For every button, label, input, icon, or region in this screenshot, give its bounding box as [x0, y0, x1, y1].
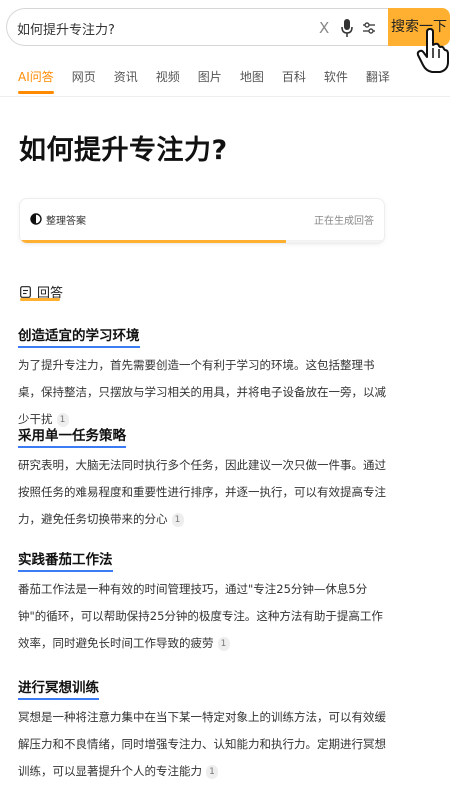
tab-translate[interactable]: 翻译 — [366, 68, 390, 94]
answer-heading-underline — [20, 298, 60, 301]
tab-web[interactable]: 网页 — [72, 68, 96, 94]
section-body: 研究表明，大脑无法同时执行多个任务，因此建议一次只做一件事。通过按照任务的难易程… — [18, 452, 386, 533]
status-label: 整理答案 — [46, 216, 86, 227]
section-title: 创造适宜的学习环境 — [18, 324, 140, 348]
section-body: 冥想是一种将注意力集中在当下某一特定对象上的训练方法，可以有效缓解压力和不良情绪… — [18, 704, 386, 785]
section-body: 番茄工作法是一种有效的时间管理技巧，通过"专注25分钟—休息5分钟"的循环，可以… — [18, 576, 386, 657]
tabs-divider — [0, 96, 450, 97]
tab-ai-answer[interactable]: AI问答 — [18, 68, 54, 94]
status-text: 正在生成回答 — [314, 216, 374, 227]
section-title: 进行冥想训练 — [18, 676, 99, 700]
page-title: 如何提升专注力? — [19, 135, 228, 166]
citation-badge[interactable]: 1 — [206, 765, 218, 779]
section-body: 为了提升专注力，首先需要创造一个有利于学习的环境。这包括整理书桌，保持整洁，只摆… — [18, 352, 386, 433]
answer-section: 采用单一任务策略 研究表明，大脑无法同时执行多个任务，因此建议一次只做一件事。通… — [18, 424, 386, 533]
answer-section: 实践番茄工作法 番茄工作法是一种有效的时间管理技巧，通过"专注25分钟—休息5分… — [18, 548, 386, 657]
answer-status-card: 整理答案 正在生成回答 — [19, 198, 385, 244]
hand-cursor-icon — [416, 28, 449, 73]
search-box: X — [6, 8, 388, 46]
tab-software[interactable]: 软件 — [324, 68, 348, 94]
image-search-icon[interactable] — [361, 20, 377, 36]
section-title: 采用单一任务策略 — [18, 424, 126, 448]
document-icon — [20, 285, 31, 298]
citation-badge[interactable]: 1 — [217, 637, 230, 651]
section-text: 为了提升专注力，首先需要创造一个有利于学习的环境。这包括整理书桌，保持整洁，只摆… — [18, 358, 386, 426]
tab-video[interactable]: 视频 — [156, 68, 180, 94]
search-bar: X 搜索一下 — [6, 8, 450, 50]
clear-icon[interactable]: X — [319, 19, 329, 37]
citation-badge[interactable]: 1 — [171, 513, 184, 527]
half-circle-icon — [30, 213, 42, 225]
tab-map[interactable]: 地图 — [240, 68, 264, 94]
progress-fill — [20, 240, 286, 243]
section-text: 番茄工作法是一种有效的时间管理技巧，通过"专注25分钟—休息5分钟"的循环，可以… — [18, 582, 383, 650]
microphone-icon[interactable] — [340, 18, 354, 38]
section-title: 实践番茄工作法 — [18, 548, 113, 572]
tab-images[interactable]: 图片 — [198, 68, 222, 94]
search-input[interactable] — [17, 17, 297, 39]
tab-baike[interactable]: 百科 — [282, 68, 306, 94]
section-text: 冥想是一种将注意力集中在当下某一特定对象上的训练方法，可以有效缓解压力和不良情绪… — [18, 710, 386, 778]
search-tabs: AI问答 网页 资讯 视频 图片 地图 百科 软件 翻译 — [18, 68, 408, 98]
section-text: 研究表明，大脑无法同时执行多个任务，因此建议一次只做一件事。通过按照任务的难易程… — [18, 458, 386, 526]
tab-news[interactable]: 资讯 — [114, 68, 138, 94]
answer-section: 进行冥想训练 冥想是一种将注意力集中在当下某一特定对象上的训练方法，可以有效缓解… — [18, 676, 386, 785]
progress-bar — [20, 240, 384, 243]
answer-section: 创造适宜的学习环境 为了提升专注力，首先需要创造一个有利于学习的环境。这包括整理… — [18, 324, 386, 433]
